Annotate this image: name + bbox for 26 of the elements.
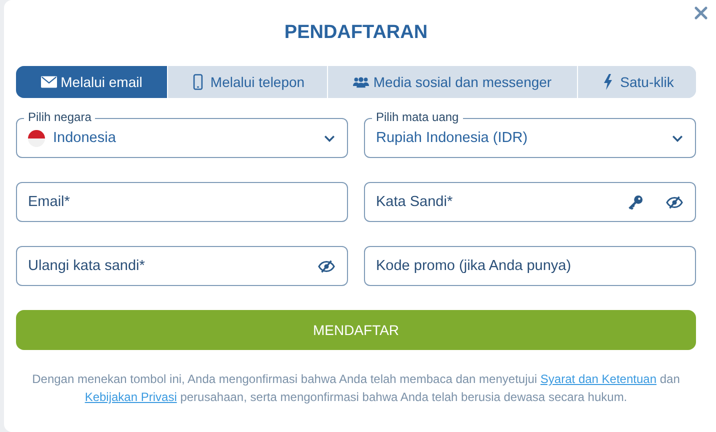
text-input[interactable]: Ulangi kata sandi* [28,258,296,274]
terms-link[interactable]: Syarat dan Ketentuan [540,372,657,386]
text-input[interactable]: Email* [28,194,335,210]
input-field[interactable]: Ulangi kata sandi* [16,246,348,286]
text-input[interactable]: Kata Sandi* [376,194,605,210]
field-label: Pilih negara [24,110,96,124]
eye-slash-icon[interactable] [318,258,335,274]
register-button[interactable]: MENDAFTAR [16,310,696,350]
people-icon [353,74,370,90]
text-input[interactable]: Kode promo (jika Anda punya) [376,258,683,274]
envelope-icon [40,74,57,90]
privacy-link[interactable]: Kebijakan Privasi [84,390,177,404]
eye-slash-icon[interactable] [666,194,683,210]
input-field[interactable]: Kata Sandi* [364,182,696,222]
input-field[interactable]: Email* [16,182,348,222]
field-label: Pilih mata uang [372,110,463,124]
dialog-title: PENDAFTARAN [283,21,429,45]
field-value: Rupiah Indonesia (IDR) [376,130,529,146]
chevron-down-icon [672,134,683,142]
chevron-down-icon [324,134,335,142]
consent-text: Dengan menekan tombol ini, Anda mengonfirmasi bahwa Anda telah membaca dan menyetujui Syarat dan Ketentuan dan Kebijakan Privasi perusahaan, serta mengonfirmasi bahwa Anda telah berusia dewasa secara hukum. [31,371,681,406]
tab[interactable]: Melalui email [16,66,168,98]
close-icon[interactable] [694,6,708,20]
input-field[interactable]: Kode promo (jika Anda punya) [364,246,696,286]
field-value: Indonesia [53,130,117,146]
key-icon[interactable] [627,194,644,210]
